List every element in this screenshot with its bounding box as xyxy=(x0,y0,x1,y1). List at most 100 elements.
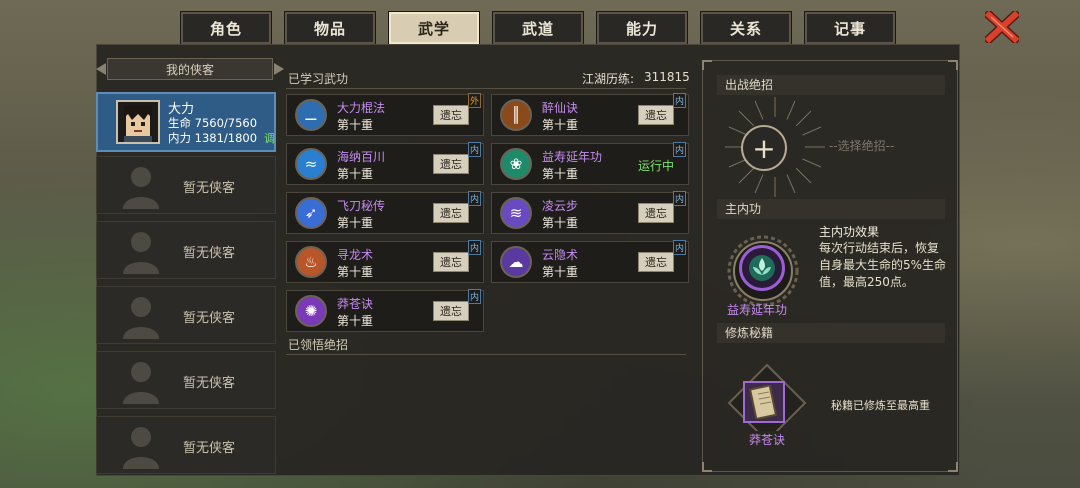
feather-icon: ≋ xyxy=(500,197,532,229)
silhouette-icon xyxy=(123,427,159,469)
empty-roster-slot[interactable]: 暂无侠客 xyxy=(96,156,276,214)
running-status: 运行中 xyxy=(638,159,675,173)
learned-skills-panel: 已学习武功 江湖历练: 311815 ⚊ 大力棍法 第十重 遗忘外 ║ 醉仙诀 第十重 遗忘内… xyxy=(282,62,694,472)
roster-title: 我的侠客 xyxy=(165,62,214,77)
book-icon xyxy=(749,385,778,419)
skill-name: 云隐术 xyxy=(542,248,579,262)
forget-button[interactable]: 遗忘 xyxy=(433,154,469,174)
empty-roster-slot[interactable]: 暂无侠客 xyxy=(96,416,276,474)
empty-slot-label: 暂无侠客 xyxy=(183,246,236,261)
skill-name: 海纳百川 xyxy=(337,150,386,164)
skill-card[interactable]: ☁ 云隐术第十重 遗忘内 xyxy=(491,240,689,283)
skill-level: 第十重 xyxy=(337,314,374,328)
tab-0[interactable]: 角色 xyxy=(180,11,272,45)
skill-type-badge: 内 xyxy=(467,142,481,157)
skill-level: 第十重 xyxy=(542,118,579,132)
skill-card[interactable]: ✺ 莽苍诀 第十重 遗忘内 xyxy=(286,289,484,332)
roster-header: 我的侠客 xyxy=(107,58,273,80)
cultivate-header: 修炼秘籍 xyxy=(717,323,945,343)
skill-level: 第十重 xyxy=(542,167,579,181)
skill-level: 第十重 xyxy=(337,216,374,230)
dagger-icon: ➶ xyxy=(295,197,327,229)
silhouette-icon xyxy=(123,232,159,274)
adjust-button[interactable]: 调 xyxy=(264,130,275,146)
close-x-icon xyxy=(985,11,1019,43)
skill-level: 第十重 xyxy=(542,216,579,230)
skill-level: 第十重 xyxy=(337,167,374,181)
forget-button[interactable]: 遗忘 xyxy=(433,301,469,321)
empty-slot-label: 暂无侠客 xyxy=(183,441,236,456)
skill-name: 醉仙诀 xyxy=(542,101,579,115)
empty-roster-slot[interactable]: 暂无侠客 xyxy=(96,286,276,344)
tab-3[interactable]: 武道 xyxy=(492,11,584,45)
tab-2[interactable]: 武学 xyxy=(388,11,480,45)
silhouette-icon xyxy=(123,362,159,404)
empty-slot-label: 暂无侠客 xyxy=(183,376,236,391)
skill-card[interactable]: ⚊ 大力棍法第十重 遗忘外 xyxy=(286,93,484,136)
skill-type-badge: 内 xyxy=(672,93,686,108)
right-panel: 出战绝招 + --选择绝招-- 主内功 益寿延年功 主内功效果 每次行动结束后，… xyxy=(702,60,958,472)
book-status: 秘籍已修炼至最高重 xyxy=(831,399,930,412)
skill-type-badge: 内 xyxy=(467,289,481,304)
skill-level: 第十重 xyxy=(542,265,579,279)
skill-card[interactable]: ♨ 寻龙术 第十重 遗忘内 xyxy=(286,240,484,283)
main-internal-name: 益寿延年功 xyxy=(727,303,788,317)
tab-6[interactable]: 记事 xyxy=(804,11,896,45)
tab-4[interactable]: 能力 xyxy=(596,11,688,45)
skill-card[interactable]: ➶ 飞刀秘传第十重 遗忘内 xyxy=(286,191,484,234)
skill-card[interactable]: ≋ 凌云步第十重 遗忘内 xyxy=(491,191,689,234)
divider xyxy=(286,88,686,89)
main-internal-skill-icon[interactable] xyxy=(739,245,785,291)
effect-title: 主内功效果 xyxy=(819,225,880,239)
secret-book-icon[interactable] xyxy=(743,381,785,423)
forget-button[interactable]: 遗忘 xyxy=(433,252,469,272)
comprehended-title: 已领悟绝招 xyxy=(288,338,349,352)
forget-button[interactable]: 遗忘 xyxy=(638,203,674,223)
cloud-mask-icon: ☁ xyxy=(500,246,532,278)
skill-type-badge: 外 xyxy=(467,93,481,108)
skill-type-badge: 内 xyxy=(672,240,686,255)
skill-type-badge: 内 xyxy=(467,191,481,206)
skill-card[interactable]: ║ 醉仙诀第十重 遗忘内 xyxy=(491,93,689,136)
skill-name: 益寿延年功 xyxy=(542,150,603,164)
skill-level: 第十重 xyxy=(337,118,374,132)
hero-card[interactable]: 大力 生命 7560/7560 内力 1381/1800 调 xyxy=(96,92,276,152)
skill-level: 第十重 xyxy=(337,265,374,279)
skill-name: 凌云步 xyxy=(542,199,579,213)
hero-portrait-icon xyxy=(124,106,152,142)
forget-button[interactable]: 遗忘 xyxy=(433,105,469,125)
forget-button[interactable]: 遗忘 xyxy=(638,252,674,272)
hero-mp: 内力 1381/1800 xyxy=(168,131,258,145)
ultimate-header: 出战绝招 xyxy=(717,75,945,95)
staff-icon: ⚊ xyxy=(295,99,327,131)
empty-roster-slot[interactable]: 暂无侠客 xyxy=(96,221,276,279)
exp-value: 311815 xyxy=(644,70,690,84)
close-button[interactable] xyxy=(984,10,1020,44)
divider xyxy=(286,354,686,355)
skill-name: 大力棍法 xyxy=(337,101,386,115)
skill-card[interactable]: ❀ 益寿延年功 第十重 运行中 内 xyxy=(491,142,689,185)
bamboo-icon: ║ xyxy=(500,99,532,131)
empty-roster-slot[interactable]: 暂无侠客 xyxy=(96,351,276,409)
lotus-icon: ❀ xyxy=(500,148,532,180)
skill-name: 飞刀秘传 xyxy=(337,199,386,213)
learned-title: 已学习武功 xyxy=(288,72,349,86)
skill-type-badge: 内 xyxy=(672,191,686,206)
exp-label: 江湖历练: xyxy=(582,72,635,86)
skill-card[interactable]: ≈ 海纳百川 第十重 遗忘内 xyxy=(286,142,484,185)
tab-5[interactable]: 关系 xyxy=(700,11,792,45)
skill-name: 寻龙术 xyxy=(337,248,374,262)
skill-name: 莽苍诀 xyxy=(337,297,374,311)
main-internal-header: 主内功 xyxy=(717,199,945,219)
silhouette-icon xyxy=(123,297,159,339)
hero-hp: 生命 7560/7560 xyxy=(168,116,258,130)
empty-slot-label: 暂无侠客 xyxy=(183,181,236,196)
effect-description: 每次行动结束后，恢复自身最大生命的5%生命值，最高250点。 xyxy=(819,241,947,289)
tab-bar: 角色 物品 武学 武道 能力 关系 记事 xyxy=(180,11,896,45)
add-ultimate-button[interactable]: + xyxy=(741,125,787,171)
forget-button[interactable]: 遗忘 xyxy=(433,203,469,223)
skill-type-badge: 内 xyxy=(467,240,481,255)
forget-button[interactable]: 遗忘 xyxy=(638,105,674,125)
empty-slot-label: 暂无侠客 xyxy=(183,311,236,326)
tab-1[interactable]: 物品 xyxy=(284,11,376,45)
